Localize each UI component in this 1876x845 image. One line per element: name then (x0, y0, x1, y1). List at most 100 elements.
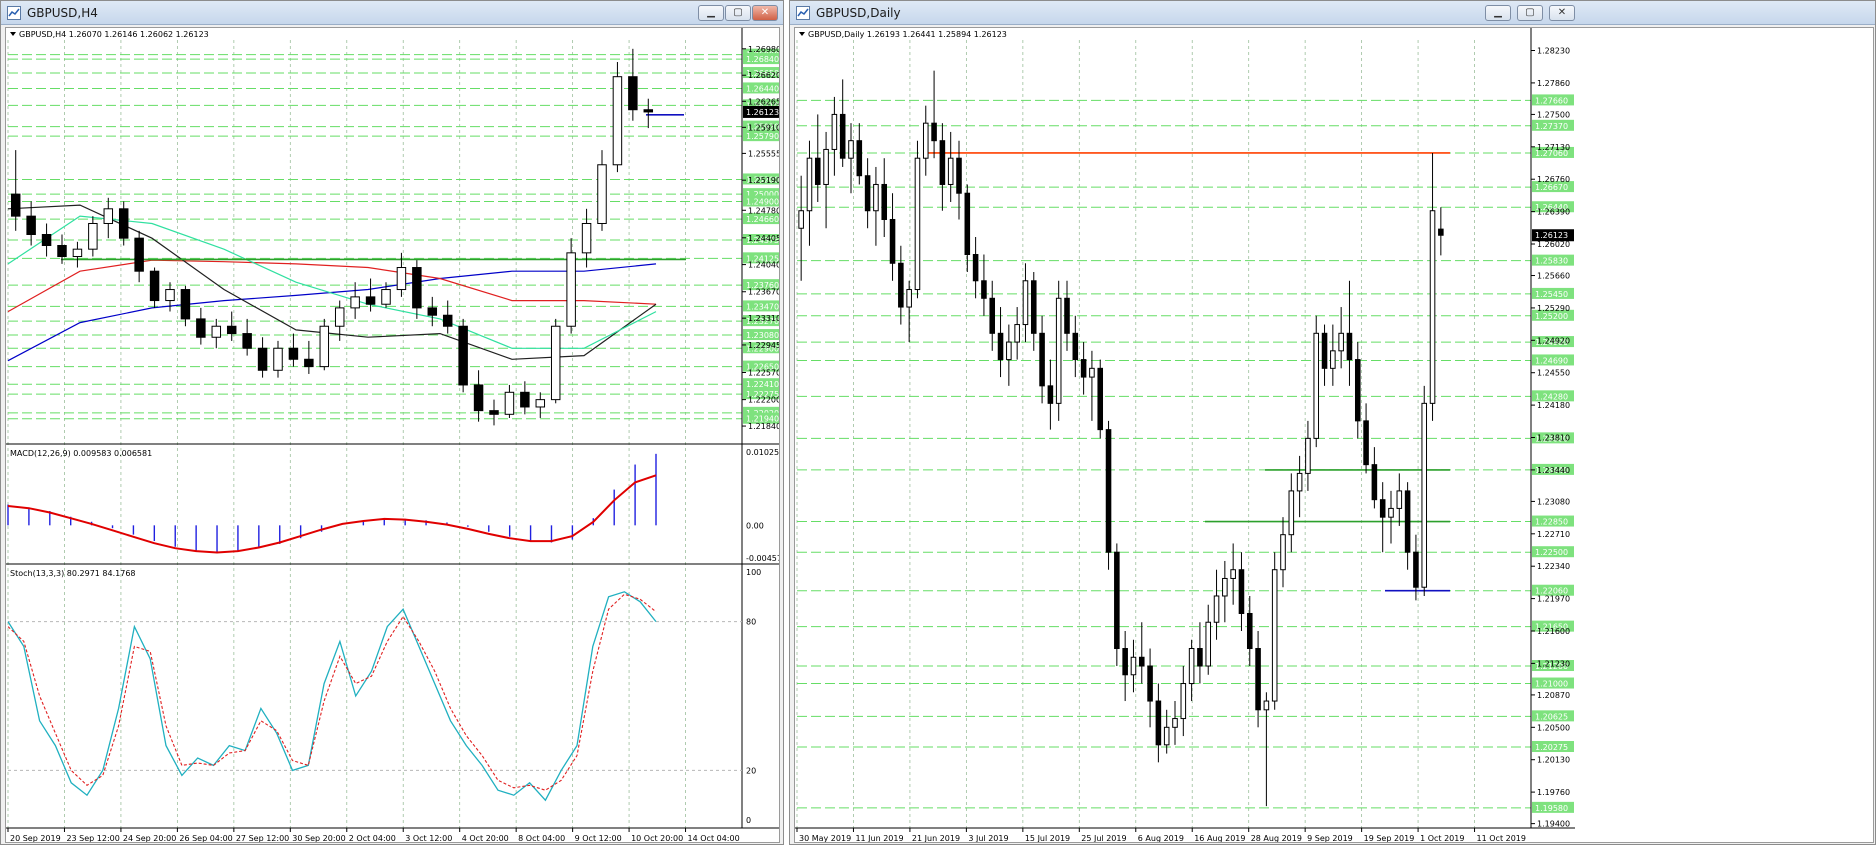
candle-body[interactable] (334, 307, 345, 327)
candle-body[interactable] (1330, 350, 1336, 369)
daily-close-button[interactable]: ✕ (1549, 5, 1575, 21)
candle-body[interactable] (997, 332, 1004, 361)
candle-body[interactable] (211, 325, 222, 338)
candle-body[interactable] (628, 76, 638, 111)
h4-maximize-button[interactable]: ▢ (725, 5, 751, 21)
candle-body[interactable] (643, 109, 654, 113)
candle-body[interactable] (947, 157, 954, 185)
candle-body[interactable] (242, 333, 252, 349)
candle-body[interactable] (1222, 577, 1228, 597)
candle-body[interactable] (889, 218, 896, 264)
candle-body[interactable] (1338, 332, 1344, 352)
candle-body[interactable] (103, 208, 114, 224)
candle-body[interactable] (442, 314, 453, 327)
candle-body[interactable] (118, 208, 129, 239)
candle-body[interactable] (1089, 367, 1095, 378)
candle-body[interactable] (1388, 507, 1394, 518)
candle-body[interactable] (1363, 420, 1369, 466)
candle-body[interactable] (1147, 665, 1153, 702)
candle-body[interactable] (41, 233, 52, 247)
h4-chart-area[interactable]: 1.269001.268401.266501.264401.262101.259… (5, 27, 780, 843)
candle-body[interactable] (1438, 228, 1444, 236)
candle-body[interactable] (1097, 367, 1104, 431)
candle-body[interactable] (1213, 595, 1220, 623)
candle-body[interactable] (72, 248, 83, 258)
candle-body[interactable] (365, 296, 376, 305)
candle-body[interactable] (989, 297, 996, 334)
candle-body[interactable] (956, 157, 962, 194)
candle-body[interactable] (1421, 402, 1428, 588)
candle-body[interactable] (1404, 490, 1411, 553)
candle-body[interactable] (806, 157, 813, 212)
candle-body[interactable] (257, 347, 268, 371)
candle-body[interactable] (149, 270, 160, 302)
candle-body[interactable] (939, 140, 946, 185)
candle-body[interactable] (1130, 656, 1137, 676)
candle-body[interactable] (1396, 490, 1403, 509)
candle-body[interactable] (873, 183, 879, 212)
dropdown-arrow-icon[interactable] (799, 32, 805, 36)
candle-body[interactable] (550, 325, 561, 401)
candle-body[interactable] (831, 113, 838, 150)
candle-body[interactable] (1114, 551, 1120, 650)
candle-body[interactable] (473, 384, 484, 412)
daily-chart-svg[interactable]: 1.276601.273701.270601.266701.264401.258… (795, 28, 1874, 843)
candle-body[interactable] (458, 325, 468, 386)
candle-body[interactable] (906, 289, 912, 308)
candle-body[interactable] (273, 347, 283, 371)
candle-body[interactable] (1263, 700, 1270, 711)
candle-body[interactable] (581, 222, 592, 254)
candle-body[interactable] (1105, 429, 1112, 553)
candle-body[interactable] (1255, 648, 1261, 711)
candle-body[interactable] (1413, 551, 1419, 588)
candle-body[interactable] (1064, 297, 1070, 334)
candle-body[interactable] (1039, 332, 1045, 387)
candle-body[interactable] (1055, 297, 1062, 404)
candle-body[interactable] (134, 237, 144, 272)
candle-body[interactable] (1305, 437, 1311, 474)
daily-titlebar[interactable]: GBPUSD,Daily ▁ ▢ ✕ (790, 1, 1875, 25)
candle-body[interactable] (1271, 569, 1278, 702)
candle-body[interactable] (1321, 332, 1328, 369)
candle-body[interactable] (1022, 280, 1029, 326)
candle-body[interactable] (1138, 656, 1145, 667)
candle-body[interactable] (1371, 464, 1378, 501)
candle-body[interactable] (350, 296, 360, 309)
candle-body[interactable] (288, 347, 299, 360)
candle-body[interactable] (856, 140, 863, 177)
candle-body[interactable] (319, 325, 330, 368)
candle-body[interactable] (914, 157, 921, 291)
candle-body[interactable] (412, 267, 422, 309)
h4-minimize-button[interactable]: ▁ (698, 5, 724, 21)
candle-body[interactable] (1180, 683, 1187, 720)
candle-body[interactable] (196, 318, 206, 338)
candle-body[interactable] (304, 358, 314, 368)
candle-body[interactable] (814, 157, 821, 185)
candle-body[interactable] (396, 267, 407, 291)
candle-body[interactable] (427, 307, 438, 316)
candle-body[interactable] (1080, 359, 1087, 378)
candle-body[interactable] (1230, 569, 1236, 579)
candle-body[interactable] (1354, 359, 1361, 422)
candle-body[interactable] (1205, 621, 1212, 667)
candle-body[interactable] (88, 222, 98, 250)
candle-body[interactable] (1346, 332, 1353, 361)
candle-body[interactable] (1379, 499, 1386, 518)
candle-body[interactable] (381, 289, 391, 305)
candle-body[interactable] (1014, 324, 1020, 343)
dropdown-arrow-icon[interactable] (10, 32, 16, 36)
candle-body[interactable] (612, 76, 623, 166)
candle-body[interactable] (566, 252, 576, 327)
candle-body[interactable] (964, 192, 971, 256)
candle-body[interactable] (1296, 472, 1303, 492)
candle-body[interactable] (881, 183, 888, 220)
candle-body[interactable] (839, 113, 846, 159)
h4-close-button[interactable]: ✕ (752, 5, 778, 21)
h4-titlebar[interactable]: GBPUSD,H4 ▁ ▢ ✕ (1, 1, 783, 25)
candle-body[interactable] (57, 245, 67, 258)
candle-body[interactable] (898, 262, 904, 308)
candle-body[interactable] (520, 391, 530, 408)
candle-body[interactable] (1155, 700, 1162, 746)
candle-body[interactable] (1072, 332, 1079, 361)
candle-body[interactable] (972, 254, 979, 282)
